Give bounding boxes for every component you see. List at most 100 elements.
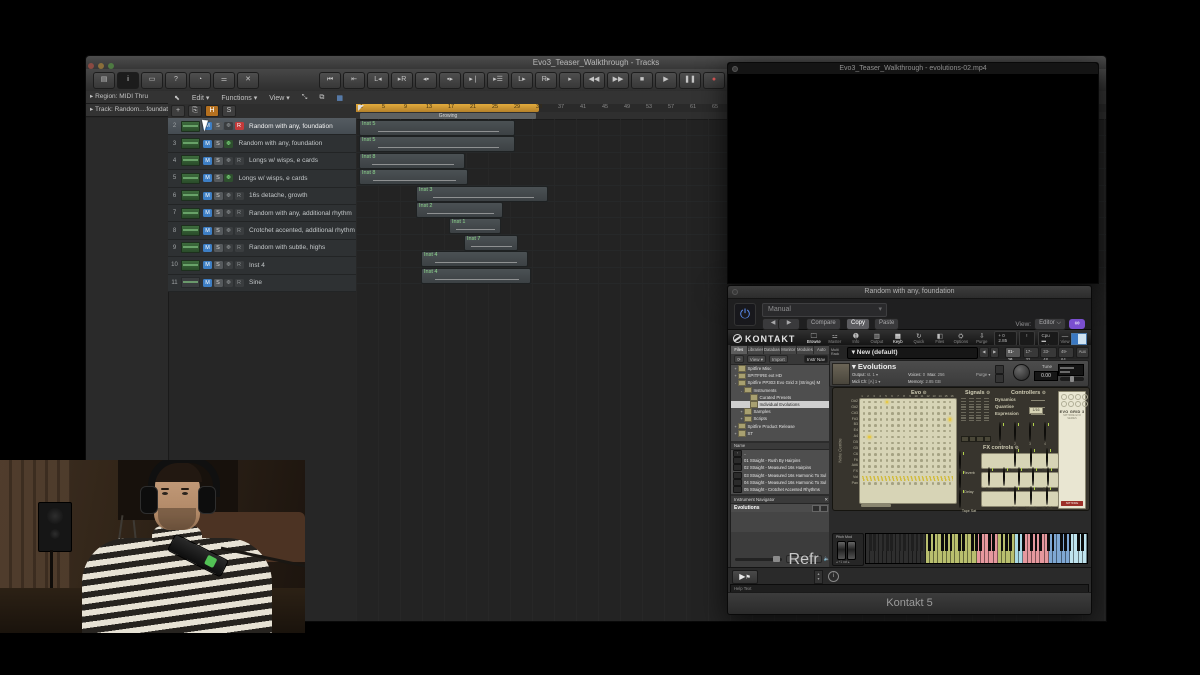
purge-dropdown[interactable]: Purge ▾: [976, 372, 990, 377]
drag-mode-icon[interactable]: ⤡: [302, 94, 308, 102]
refresh-icon[interactable]: ⟳: [734, 355, 744, 363]
black-key[interactable]: [950, 534, 953, 551]
black-key[interactable]: [920, 534, 923, 551]
tree-item[interactable]: -Spitfire PP303 Evo Grid 3 (Strings) M: [731, 379, 830, 386]
rack-page-17-32[interactable]: 17-32: [1023, 347, 1039, 358]
go-to-position-button[interactable]: ⇤: [343, 72, 365, 89]
forward-bar-button[interactable]: ▪▸: [439, 72, 461, 89]
duplicate-track-button[interactable]: ⎘: [188, 105, 202, 117]
freeze-button[interactable]: ❆: [224, 227, 233, 235]
solo-button[interactable]: S: [214, 261, 223, 269]
solo-button[interactable]: S: [214, 140, 223, 148]
midi-region[interactable]: Inst 4: [421, 251, 528, 267]
mod-wheel[interactable]: [847, 541, 856, 560]
controller-slider[interactable]: [1031, 400, 1045, 401]
nav-page-button[interactable]: [820, 505, 828, 512]
freeze-button[interactable]: ❆: [224, 174, 233, 182]
play-marquee-button[interactable]: ▸☰: [487, 72, 509, 89]
play-from-last-button[interactable]: ▸: [559, 72, 581, 89]
midi-region[interactable]: Inst 3: [416, 186, 548, 202]
close-icon[interactable]: ✕: [824, 496, 828, 503]
freeze-button[interactable]: ❆: [224, 157, 233, 165]
rewind-button[interactable]: ◀◀: [583, 72, 605, 89]
options-button[interactable]: ⛭Options: [950, 333, 971, 344]
compare-button[interactable]: Compare: [806, 318, 841, 330]
midi-region[interactable]: Inst 7: [464, 235, 518, 251]
smart-controls-icon[interactable]: ⚌: [213, 72, 235, 89]
browser-tab-monitor[interactable]: Monitor: [781, 346, 798, 354]
minimize-button[interactable]: —View: [1059, 333, 1072, 344]
info-icon[interactable]: i: [828, 571, 839, 582]
midi-region[interactable]: Inst 8: [359, 169, 468, 185]
browser-tab-database[interactable]: Database: [764, 346, 781, 354]
rack-page-33-48[interactable]: 33-48: [1040, 347, 1056, 358]
link-icon[interactable]: ∞: [1069, 319, 1085, 329]
fast-forward-button[interactable]: ▶▶: [607, 72, 629, 89]
file-item[interactable]: ↑..: [731, 450, 830, 457]
fx-master-knob[interactable]: Tape Sat: [959, 490, 979, 507]
inspector-icon[interactable]: i: [117, 72, 139, 89]
controller-knob[interactable]: 1: [999, 423, 1001, 446]
black-key[interactable]: [903, 534, 906, 551]
rack-page-Aux[interactable]: Aux: [1076, 347, 1089, 358]
file-item[interactable]: 04 Straight - Measured 16s Harmonic To S…: [731, 479, 830, 486]
menu-functions[interactable]: Functions ▾: [221, 94, 257, 102]
purge-button[interactable]: ⇩Purge: [971, 333, 992, 344]
region-inspector[interactable]: ▸ Region: MIDI Thru: [86, 91, 168, 104]
black-key[interactable]: [1022, 534, 1025, 551]
prev-multi-button[interactable]: ◀: [979, 347, 988, 358]
instrument-icon[interactable]: [832, 363, 850, 385]
track-row[interactable]: 11MS❆RSine: [168, 275, 356, 292]
video-titlebar[interactable]: Evo3_Teaser_Walkthrough - evolutions-02.…: [728, 63, 1098, 75]
record-enable-button[interactable]: R: [235, 227, 244, 235]
freeze-button[interactable]: ❆: [224, 122, 233, 130]
output-select[interactable]: Output: st. 1 ▾: [852, 372, 878, 377]
play-flag-button[interactable]: ▶⚑: [732, 570, 758, 584]
file-list-header[interactable]: Name: [731, 443, 830, 450]
black-key[interactable]: [1039, 534, 1042, 551]
instrument-name[interactable]: ▾ Evolutions: [852, 362, 896, 371]
record-button[interactable]: ●: [703, 72, 725, 89]
black-key[interactable]: [979, 534, 982, 551]
multi-name-field[interactable]: ▾ New (default): [847, 347, 978, 359]
midi-region[interactable]: Inst 5: [359, 120, 515, 136]
track-row[interactable]: 3MS❆Random with any, foundation: [168, 135, 356, 152]
quick-button[interactable]: ↻Quick: [908, 333, 929, 344]
next-preset-button[interactable]: ▶: [778, 318, 800, 330]
tree-item[interactable]: +Samples: [731, 408, 830, 415]
play-from-right-locator-button[interactable]: R▸: [535, 72, 557, 89]
warning-icon[interactable]: !: [1019, 331, 1034, 346]
info-button[interactable]: ➊Info: [845, 333, 866, 344]
refresh-button[interactable]: Refr: [786, 555, 822, 563]
record-enable-button[interactable]: R: [235, 244, 244, 252]
file-item[interactable]: 01 Straight - Rush By Hairpins: [731, 457, 830, 464]
keyb-button[interactable]: ▦Keyb: [887, 333, 908, 344]
board-scrollbar[interactable]: [861, 504, 891, 507]
black-key[interactable]: [1009, 534, 1012, 551]
mute-button[interactable]: M: [203, 244, 212, 252]
track-row[interactable]: 6MS❆R16s detache, growth: [168, 188, 356, 205]
tree-item[interactable]: Individual Evolutions: [731, 401, 830, 408]
black-key[interactable]: [1035, 534, 1038, 551]
marker-growing[interactable]: Growing: [360, 113, 536, 119]
fx-master-knob[interactable]: Reverb: [959, 452, 979, 469]
solo-button[interactable]: S: [214, 209, 223, 217]
solo-button[interactable]: S: [214, 227, 223, 235]
black-key[interactable]: [890, 534, 893, 551]
signal-box[interactable]: [984, 436, 992, 442]
play-from-left-locator-button[interactable]: L▸: [511, 72, 533, 89]
tools-icon[interactable]: ✕: [237, 72, 259, 89]
snap-icon[interactable]: ▦: [336, 94, 343, 102]
play-button[interactable]: ▶: [655, 72, 677, 89]
files-button[interactable]: ◧Files: [929, 333, 950, 344]
tree-item[interactable]: Curated Presets: [731, 394, 830, 401]
mute-button[interactable]: M: [203, 174, 212, 182]
black-key[interactable]: [1069, 534, 1072, 551]
black-key[interactable]: [933, 534, 936, 551]
video-window[interactable]: Evo3_Teaser_Walkthrough - evolutions-02.…: [727, 62, 1099, 284]
freeze-button[interactable]: ❆: [224, 209, 233, 217]
vol-row[interactable]: [861, 476, 953, 481]
file-item[interactable]: 05 Straight - Crotchet Accented Rhythms: [731, 486, 830, 493]
record-enable-button[interactable]: R: [235, 209, 244, 217]
track-row[interactable]: 2MS❆RRandom with any, foundation: [168, 118, 356, 135]
